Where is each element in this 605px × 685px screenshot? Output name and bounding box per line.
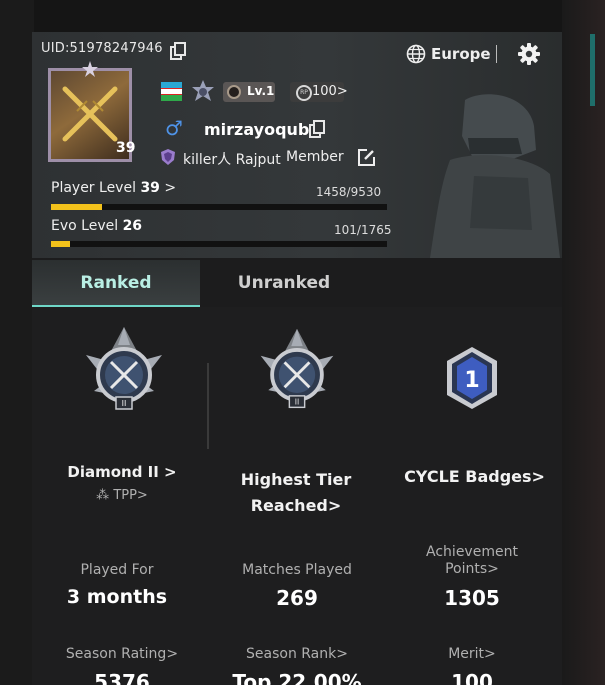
crossed-rifles-icon xyxy=(62,86,118,142)
copy-name-icon[interactable] xyxy=(309,120,325,138)
evo-level-progress-fill xyxy=(51,241,71,247)
uzbekistan-flag-icon xyxy=(161,82,182,101)
header-divider xyxy=(496,45,497,63)
squad-icon: ⁂ xyxy=(96,488,110,503)
current-tier-label[interactable]: Diamond II > xyxy=(52,463,192,481)
matches-played-value: 269 xyxy=(276,586,318,610)
achievement-points-label[interactable]: Achievement Points> xyxy=(412,544,532,578)
merit-label[interactable]: Merit> xyxy=(412,646,532,662)
region-label[interactable]: Europe xyxy=(431,45,491,63)
background-left-strip xyxy=(0,0,34,685)
tpp-mode-row[interactable]: ⁂ TPP> xyxy=(87,488,157,503)
character-silhouette xyxy=(430,94,560,258)
achievement-label-line2: Points> xyxy=(445,561,499,577)
evo-level-value: 26 xyxy=(122,218,143,234)
clan-icon xyxy=(161,149,175,165)
highest-tier-badge-icon[interactable]: II xyxy=(253,327,341,415)
tier-column-divider xyxy=(207,363,209,449)
evo-level-row: Evo Level 26 xyxy=(51,218,142,234)
cycle-badges-label[interactable]: CYCLE Badges> xyxy=(402,467,547,486)
mode-tabs: Ranked Unranked xyxy=(32,260,562,307)
gear-icon[interactable] xyxy=(517,42,541,66)
star-icon xyxy=(82,61,98,77)
globe-icon[interactable] xyxy=(406,44,426,64)
player-level-value: 39 xyxy=(140,180,160,196)
background-right-strip xyxy=(562,0,605,685)
season-rating-label[interactable]: Season Rating> xyxy=(52,646,192,662)
edit-icon[interactable] xyxy=(357,148,376,167)
tab-ranked[interactable]: Ranked xyxy=(32,260,200,307)
played-for-label: Played For xyxy=(80,562,154,578)
player-level-progress-fill xyxy=(51,204,103,210)
teal-accent-strip xyxy=(590,34,595,106)
cycle-number: 1 xyxy=(464,368,479,393)
account-level-text: Lv.1 xyxy=(247,84,275,98)
achievement-points-value: 1305 xyxy=(444,586,500,610)
tab-unranked[interactable]: Unranked xyxy=(200,260,368,307)
evo-level-progress-text: 101/1765 xyxy=(334,223,392,237)
rp-level-text: 100> xyxy=(312,84,348,99)
clan-name[interactable]: killer人 Rajput xyxy=(183,149,281,169)
profile-header: UID:51978247946 Europe 39 Lv.1 RP 100> ♂… xyxy=(32,32,562,258)
season-rank-label[interactable]: Season Rank> xyxy=(227,646,367,662)
account-level-badge[interactable]: Lv.1 xyxy=(223,82,275,102)
uid-text: UID:51978247946 xyxy=(41,41,163,56)
season-rating-value: 5376 xyxy=(94,670,150,685)
clan-role: Member xyxy=(286,149,344,165)
player-level-label: Player Level xyxy=(51,180,136,196)
season-rank-value: Top 22.00% xyxy=(232,670,362,685)
highest-tier-line2: Reached> xyxy=(250,496,342,515)
tpp-mode-label: TPP> xyxy=(113,488,148,503)
highest-tier-label[interactable]: Highest Tier Reached> xyxy=(216,467,376,519)
achievement-label-line1: Achievement xyxy=(426,544,518,560)
matches-played-label: Matches Played xyxy=(242,562,352,578)
tier-numeral: II xyxy=(122,399,127,408)
profile-panel: UID:51978247946 Europe 39 Lv.1 RP 100> ♂… xyxy=(32,32,562,685)
player-level-progress-bar xyxy=(51,204,387,210)
player-name: mirzayoqub xyxy=(204,120,310,139)
player-level-arrow: > xyxy=(164,180,177,196)
played-for-value: 3 months xyxy=(66,586,168,608)
evo-level-label: Evo Level xyxy=(51,218,119,234)
cycle-badge-icon[interactable]: 1 xyxy=(444,345,500,411)
achievement-emblem-icon[interactable] xyxy=(190,79,216,105)
highest-tier-numeral: II xyxy=(295,397,300,406)
ranked-stats-content: II Diamond II > ⁂ TPP> II Highest Tier R… xyxy=(32,307,562,685)
copy-uid-icon[interactable] xyxy=(170,42,186,60)
highest-tier-line1: Highest Tier xyxy=(240,470,352,489)
rp-icon: RP xyxy=(296,85,312,101)
merit-value: 100 xyxy=(451,670,493,685)
male-gender-icon: ♂ xyxy=(165,116,183,140)
royale-pass-badge[interactable]: RP 100> xyxy=(290,82,348,102)
level-badge-icon xyxy=(227,85,241,99)
player-level-progress-text: 1458/9530 xyxy=(316,185,382,199)
diamond-tier-badge-icon[interactable]: II xyxy=(78,325,170,417)
player-level-row[interactable]: Player Level 39 > xyxy=(51,180,176,196)
avatar-level-number: 39 xyxy=(116,140,136,156)
evo-level-progress-bar xyxy=(51,241,387,247)
